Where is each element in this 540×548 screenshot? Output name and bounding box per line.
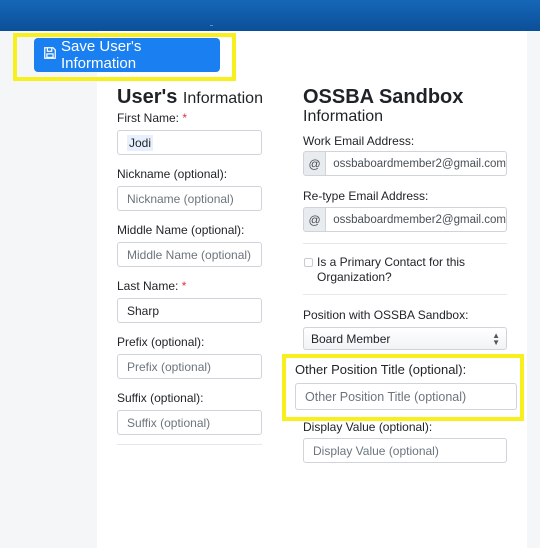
required-marker: * xyxy=(182,111,188,125)
display-value-label: Display Value (optional): xyxy=(303,420,433,434)
left-gutter xyxy=(0,31,97,548)
primary-contact-label-line2: Organization? xyxy=(317,270,392,284)
display-value-input[interactable]: Display Value (optional) xyxy=(303,438,507,463)
prefix-input[interactable]: Prefix (optional) xyxy=(117,354,262,379)
right-gutter xyxy=(527,31,540,548)
first-name-label: First Name: * xyxy=(117,111,188,125)
retype-email-label: Re-type Email Address: xyxy=(303,189,429,203)
prefix-label: Prefix (optional): xyxy=(117,335,205,349)
work-email-input-group: @ ossbaboardmember2@gmail.com xyxy=(303,151,507,176)
retype-email-input[interactable]: ossbaboardmember2@gmail.com xyxy=(325,207,507,232)
primary-contact-label: Is a Primary Contact for this xyxy=(317,255,466,269)
header-mark xyxy=(210,25,213,26)
position-selected-value: Board Member xyxy=(311,331,391,346)
org-section-title: OSSBA Sandbox xyxy=(303,86,464,108)
first-name-input[interactable]: Jodi xyxy=(117,130,262,155)
position-select[interactable]: Board Member ▲ ▼ xyxy=(303,327,507,350)
suffix-input[interactable]: Suffix (optional) xyxy=(117,410,262,435)
user-section-title: User's Information xyxy=(117,86,263,108)
work-email-input[interactable]: ossbaboardmember2@gmail.com xyxy=(325,151,507,176)
highlight-other-position xyxy=(282,354,524,421)
divider xyxy=(117,444,262,445)
middle-name-input[interactable]: Middle Name (optional) xyxy=(117,242,262,267)
position-label: Position with OSSBA Sandbox: xyxy=(303,308,469,322)
nickname-input[interactable]: Nickname (optional) xyxy=(117,186,262,211)
nickname-label: Nickname (optional): xyxy=(117,167,228,181)
suffix-label: Suffix (optional): xyxy=(117,391,204,405)
at-sign-icon: @ xyxy=(303,151,326,176)
updown-arrows-icon: ▲ ▼ xyxy=(492,331,500,347)
middle-name-label: Middle Name (optional): xyxy=(117,223,245,237)
highlight-save xyxy=(13,33,236,81)
last-name-label: Last Name: * xyxy=(117,279,187,293)
divider xyxy=(303,294,507,295)
last-name-input[interactable]: Sharp xyxy=(117,298,262,323)
required-marker: * xyxy=(181,279,187,293)
divider xyxy=(303,243,507,244)
at-sign-icon: @ xyxy=(303,207,326,232)
org-section-subtitle: Information xyxy=(303,108,384,125)
retype-email-input-group: @ ossbaboardmember2@gmail.com xyxy=(303,207,507,232)
work-email-label: Work Email Address: xyxy=(303,134,415,148)
primary-contact-checkbox[interactable] xyxy=(304,258,313,267)
app-header-bar xyxy=(0,0,540,31)
